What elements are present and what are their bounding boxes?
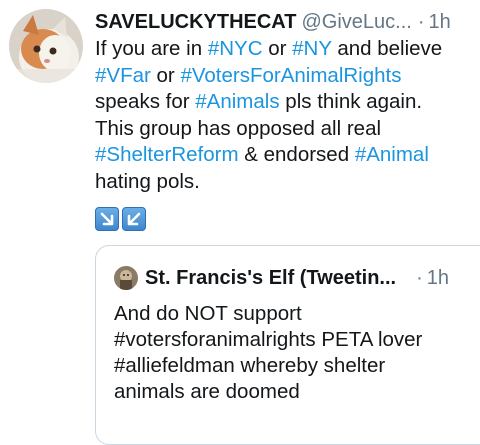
user-avatar[interactable] [9,9,83,83]
tweet-text-segment: or [150,63,181,87]
tweet-text-segment: If you are in [95,37,208,60]
quoted-separator-dot: · [416,266,423,289]
elf-avatar-icon [114,266,138,290]
quoted-display-name[interactable]: St. Francis's Elf (Tweetin... [145,267,396,290]
hashtag-link[interactable]: #NY [292,37,332,60]
tweet-text-line: speaks for #Animals pls think again. [95,89,475,116]
tweet-text-segment: & endorsed [238,143,355,166]
display-name[interactable]: SAVELUCKYTHECAT [95,9,296,35]
tweet-time[interactable]: 1h [429,9,451,35]
tweet-text-segment: and believe [331,37,443,60]
quoted-text-line: #alliefeldman whereby shelter [114,354,386,377]
user-handle[interactable]: @GiveLuc... [301,9,411,35]
hashtag-link[interactable]: #NYC [208,37,263,60]
quoted-tweet-text: And do NOT support #votersforanimalright… [114,301,480,405]
tweet-text-segment: pls think again. [279,90,423,113]
quoted-text-line: #votersforanimalrights PETA lover [114,328,423,351]
separator-dot: · [417,11,425,33]
tweet-header: SAVELUCKYTHECAT @GiveLuc... · 1h [95,9,475,35]
tweet-text-segment: speaks for [95,90,196,113]
down-left-arrow-icon [122,207,146,231]
tweet-text-line: This group has opposed all real [95,116,475,143]
tweet-text-segment: hating pols. [95,169,200,193]
hashtag-link[interactable]: #ShelterReform [95,143,239,166]
quoted-text-line: animals are doomed [114,380,300,403]
quoted-tweet-time[interactable]: 1h [427,267,449,290]
emoji-row [95,207,146,231]
quoted-user-avatar[interactable] [114,266,138,290]
quoted-tweet-header: St. Francis's Elf (Tweetin... · 1h [114,264,480,292]
tweet-text-line: If you are in #NYC or #NY and believe [95,36,475,63]
tweet[interactable]: SAVELUCKYTHECAT @GiveLuc... · 1h If you … [0,0,480,445]
hashtag-link[interactable]: #VotersForAnimalRights [180,64,401,87]
hashtag-link[interactable]: #VFar [95,64,151,87]
quoted-text-line: And do NOT support [114,302,302,325]
tweet-text-line: hating pols. [95,169,475,196]
tweet-text-segment: or [262,37,293,60]
hashtag-link[interactable]: #Animal [355,143,429,166]
hashtag-link[interactable]: #Animals [195,90,279,113]
tweet-text-line: #VFar or #VotersForAnimalRights [95,63,475,90]
down-right-arrow-icon [95,207,119,231]
tweet-text-line: #ShelterReform & endorsed #Animal [95,142,475,169]
tweet-text: If you are in #NYC or #NY and believe #VF… [95,36,475,195]
quoted-tweet-card[interactable]: St. Francis's Elf (Tweetin... · 1h And d… [95,245,480,445]
cat-avatar-icon [9,9,83,83]
tweet-text-segment: This group has opposed all real [95,116,382,140]
